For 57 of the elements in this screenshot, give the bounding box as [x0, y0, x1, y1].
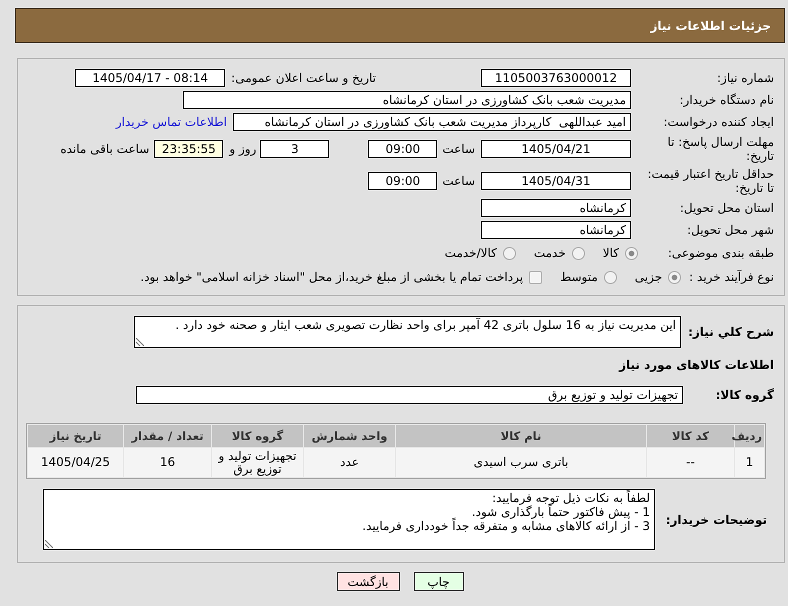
field-label: حداقل تاریخ اعتبار قیمت: تا تاریخ:	[646, 167, 774, 195]
field-label: طبقه بندی موضوعی:	[666, 246, 774, 260]
column-header: واحد شمارش	[304, 425, 395, 447]
validity-time-field[interactable]: 09:00	[368, 172, 438, 190]
table-cell: 1405/04/25	[28, 448, 123, 477]
purchase-type-option[interactable]: متوسط	[560, 270, 617, 284]
buyer-org-field[interactable]: مدیریت شعب بانک کشاورزی در استان کرمانشاه	[183, 91, 631, 109]
announcement-date-field[interactable]: 1405/04/17 - 08:14	[75, 69, 226, 87]
requester-field[interactable]: امید عبداللهی کارپرداز مدیریت شعب بانک کشاورزی در استان کرمانشاه	[233, 113, 631, 131]
resize-grip-icon[interactable]	[45, 540, 53, 548]
resize-grip-icon[interactable]	[136, 338, 144, 346]
field-label: شهر محل تحویل:	[686, 223, 774, 237]
field-label: شرح کلي نیاز:	[687, 325, 774, 339]
field-label: گروه کالا:	[714, 388, 774, 402]
field-label: تاریخ و ساعت اعلان عمومی:	[231, 71, 376, 85]
city-field[interactable]: کرمانشاه	[481, 221, 631, 239]
category-option[interactable]: خدمت	[534, 246, 585, 260]
field-label: ساعت باقی مانده	[60, 142, 150, 156]
field-label: نام دستگاه خریدار:	[678, 93, 774, 107]
column-header: گروه کالا	[212, 425, 303, 447]
need-number-field[interactable]: 1105003763000012	[481, 69, 631, 87]
field-label: توضیحات خریدار:	[664, 512, 767, 526]
buyer-notes-field[interactable]: لطفاً به نکات ذیل توجه فرمایید: 1 - پیش فاکتور حتماً بارگذاری شود. 3 - از ارائه کالاهای مشابه و متفرقه جداً خودداری فرمایید.	[43, 489, 655, 550]
table-cell: 1	[735, 448, 764, 477]
column-header: نام کالا	[396, 425, 646, 447]
goods-group-field[interactable]: تجهیزات تولید و توزیع برق	[136, 386, 683, 404]
field-label: ساعت	[442, 174, 475, 188]
field-label: روز و	[229, 142, 256, 156]
province-field[interactable]: کرمانشاه	[481, 199, 631, 217]
column-header: تاریخ نیاز	[28, 425, 123, 447]
table-cell: --	[647, 448, 734, 477]
print-button[interactable]: چاپ	[414, 572, 464, 591]
column-header: تعداد / مقدار	[124, 425, 211, 447]
field-label: استان محل تحویل:	[678, 201, 774, 215]
deadline-date-field[interactable]: 1405/04/21	[481, 140, 631, 158]
field-label: نوع فرآیند خرید :	[689, 270, 774, 284]
description-field[interactable]: این مدیریت نیاز به 16 سلول باتری 42 آمپر برای واحد نظارت تصویری شعب ایثار و صحنه خود دارد .	[134, 316, 681, 348]
treasury-payment-option[interactable]: پرداخت تمام یا بخشی از مبلغ خرید،از محل "اسناد خزانه اسلامی" خواهد بود.	[140, 270, 542, 284]
purchase-type-option[interactable]: جزیی	[634, 270, 682, 284]
category-option[interactable]: کالا	[602, 246, 638, 260]
page-title: جزئیات اطلاعات نیاز	[650, 18, 771, 32]
table-cell: عدد	[304, 448, 395, 477]
table-cell: باتری سرب اسیدی	[396, 448, 646, 477]
table-cell: 16	[124, 448, 211, 477]
back-button[interactable]: بازگشت	[336, 572, 400, 591]
buyer-contact-link[interactable]: اطلاعات تماس خریدار	[116, 115, 227, 129]
table-cell: تجهیزات تولید و توزیع برق	[212, 448, 303, 477]
deadline-time-field[interactable]: 09:00	[368, 140, 438, 158]
validity-date-field[interactable]: 1405/04/31	[481, 172, 631, 190]
category-option[interactable]: کالا/خدمت	[444, 246, 516, 260]
section-heading: اطلاعات کالاهای مورد نیاز	[618, 358, 774, 372]
field-label: ایجاد کننده درخواست:	[662, 115, 774, 129]
days-field[interactable]: 3	[260, 140, 330, 158]
field-label: مهلت ارسال پاسخ: تا تاریخ:	[666, 135, 774, 163]
remaining-time-field[interactable]: 23:35:55	[154, 140, 224, 158]
field-label: ساعت	[442, 142, 475, 156]
field-label: شماره نیاز:	[716, 71, 774, 85]
